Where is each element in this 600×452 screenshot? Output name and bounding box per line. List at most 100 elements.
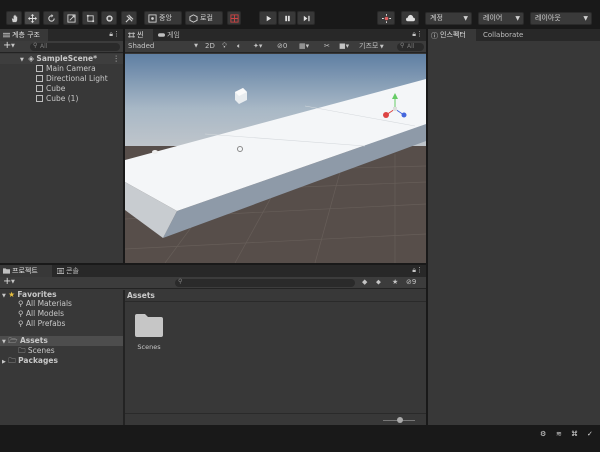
hierarchy-panel: 계층 구조 🔒︎ ⋮ + ▼ ⚲ All ▼ ◈ SampleScene* ⋮ … [0, 29, 123, 263]
project-search-input[interactable]: ⚲ [175, 278, 355, 287]
gizmos-dropdown[interactable]: 기즈모 ▼ [359, 41, 384, 53]
hierarchy-item[interactable]: Directional Light [36, 74, 108, 84]
assets-label: Assets [19, 336, 48, 345]
console-icon [57, 268, 64, 274]
favorite-item[interactable]: ⚲ All Prefabs [18, 319, 65, 329]
folder-icon: 🗀︎ [8, 356, 16, 365]
chevron-down-icon: ▼ [378, 44, 384, 50]
tab-console[interactable]: 콘솔 [54, 265, 88, 277]
account-label: 계정 [430, 14, 443, 22]
packages-row[interactable]: ▶ 🗀︎ Packages [2, 356, 58, 366]
step-button[interactable] [297, 11, 315, 25]
tools-icon [125, 14, 133, 22]
hierarchy-item[interactable]: Cube [36, 84, 65, 94]
move-tool-button[interactable] [24, 11, 40, 25]
tab-inspector[interactable]: ⓘ 인스펙터 [428, 29, 476, 41]
effects-icon[interactable]: ✦▾ [253, 41, 262, 52]
search-icon: ⚲ [18, 309, 24, 318]
rect-tool-button[interactable] [82, 11, 98, 25]
project-content: Assets Scenes [125, 290, 426, 425]
tab-scene[interactable]: 씬 [125, 29, 153, 41]
cloud-icon [405, 14, 415, 21]
label-icon[interactable]: ⬥ [376, 277, 381, 288]
services-button[interactable] [377, 11, 395, 25]
search-icon: ⚲ [400, 42, 405, 49]
chevron-down-icon: ▼ [194, 43, 198, 49]
packages-label: Packages [18, 356, 58, 365]
hierarchy-search-input[interactable]: ⚲ All [30, 42, 120, 51]
pause-button[interactable] [278, 11, 296, 25]
folder-icon [3, 268, 10, 274]
more-menu-icon[interactable]: ⋮ [416, 30, 423, 38]
hierarchy-item-label: Directional Light [46, 74, 108, 83]
grid-snap-button[interactable] [227, 11, 241, 25]
rotate-tool-button[interactable] [43, 11, 59, 25]
hierarchy-item[interactable]: Main Camera [36, 64, 96, 74]
expand-arrow-icon: ▼ [2, 339, 6, 345]
progress-icon[interactable]: ⌘ [571, 430, 578, 438]
favorite-item-label: All Models [25, 309, 64, 318]
asset-item[interactable]: Scenes [131, 312, 167, 358]
stack-icon[interactable]: ≋ [556, 430, 562, 438]
custom-tool-button[interactable] [121, 11, 137, 25]
favorite-item-label: All Materials [25, 299, 72, 308]
pivot-center-toggle[interactable]: 중앙 [144, 11, 182, 25]
chevron-down-icon: ▼ [515, 15, 520, 22]
camera-icon[interactable]: ■▾ [339, 41, 349, 52]
tools-icon[interactable]: ✂ [324, 41, 330, 52]
transform-tool-button[interactable] [101, 11, 117, 25]
toggle-2d-button[interactable]: 2D [205, 41, 215, 52]
more-menu-icon[interactable]: ⋮ [113, 30, 120, 38]
hand-tool-button[interactable] [6, 11, 22, 25]
layers-dropdown[interactable]: 레이어 ▼ [478, 12, 524, 25]
shading-mode-dropdown[interactable]: Shaded ▼ [128, 41, 200, 52]
breadcrumb: Assets [125, 290, 426, 302]
tab-collaborate[interactable]: Collaborate [478, 29, 538, 41]
hidden-packages-toggle[interactable]: ⊘9 [406, 277, 416, 288]
check-icon[interactable]: ✓ [587, 430, 593, 438]
tab-inspector-label: 인스펙터 [440, 31, 466, 39]
scene-viewport[interactable] [125, 54, 426, 263]
scene-tabbar: 씬 게임 🔒︎ ⋮ [125, 29, 426, 41]
tab-project-label: 프로젝트 [12, 267, 38, 275]
favorite-item-label: All Prefabs [25, 319, 66, 328]
inspector-tabbar: ⓘ 인스펙터 Collaborate [428, 29, 600, 41]
lightbulb-icon[interactable]: 💡︎ [222, 41, 227, 52]
assets-row[interactable]: ▼ 🗁︎ Assets [0, 336, 123, 346]
chevron-down-icon: ▼ [463, 15, 468, 22]
account-dropdown[interactable]: 계정 ▼ [425, 12, 472, 25]
visibility-toggle[interactable]: ⊘0 [277, 41, 287, 52]
filter-type-icon[interactable]: ◆ [362, 277, 367, 288]
favorite-item[interactable]: ⚲ All Models [18, 309, 64, 319]
audio-icon[interactable]: 🔈︎ [237, 41, 241, 52]
play-button[interactable] [259, 11, 277, 25]
folder-item[interactable]: 🗀︎ Scenes [18, 346, 55, 356]
grid-toggle-icon[interactable]: ▦▾ [299, 41, 309, 52]
gameobject-icon [36, 85, 43, 92]
hierarchy-toolbar: + ▼ ⚲ All [0, 40, 123, 53]
star-icon[interactable]: ★ [392, 277, 398, 288]
pivot-icon [148, 13, 157, 23]
hierarchy-item[interactable]: Cube (1) [36, 94, 78, 104]
folder-open-icon: 🗁︎ [8, 336, 18, 345]
chevron-down-icon: ▼ [583, 15, 588, 22]
more-menu-icon[interactable]: ⋮ [416, 266, 423, 274]
zoom-slider-handle[interactable] [397, 417, 403, 423]
cloud-button[interactable] [401, 11, 419, 25]
pivot-center-label: 중앙 [159, 14, 172, 22]
layout-dropdown[interactable]: 레이아웃 ▼ [530, 12, 592, 25]
breadcrumb-assets[interactable]: Assets [127, 291, 155, 300]
unity-scene-icon: ◈ [28, 54, 35, 63]
tab-game-label: 게임 [167, 31, 180, 39]
scene-row[interactable]: ▼ ◈ SampleScene* ⋮ [0, 54, 123, 64]
scale-tool-button[interactable] [63, 11, 79, 25]
bug-icon[interactable]: ⚙︎ [540, 430, 546, 438]
star-icon: ★ [8, 290, 15, 299]
pivot-rotation-toggle[interactable]: 로컬 [185, 11, 223, 25]
tab-game[interactable]: 게임 [155, 29, 187, 41]
scene-search-input[interactable]: ⚲ All [397, 42, 424, 51]
more-menu-icon[interactable]: ⋮ [113, 54, 121, 64]
favorite-item[interactable]: ⚲ All Materials [18, 299, 72, 309]
search-icon: ⚲ [178, 278, 183, 285]
search-icon: ⚲ [18, 319, 24, 328]
